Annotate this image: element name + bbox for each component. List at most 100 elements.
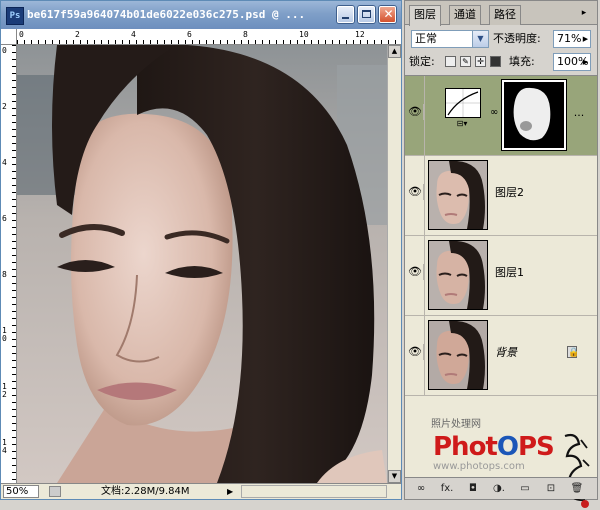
eye-icon: 👁	[407, 184, 424, 200]
eye-icon: 👁	[407, 264, 424, 280]
ruler-label: 8	[243, 30, 248, 39]
mask-shape	[504, 82, 564, 148]
layer-name[interactable]: 背景	[495, 346, 555, 360]
ruler-label: 10	[2, 326, 7, 343]
new-layer-icon[interactable]: ⊡	[543, 481, 559, 496]
horizontal-scrollbar[interactable]	[241, 485, 387, 498]
tab-channels[interactable]: 通道	[449, 5, 481, 25]
vertical-scrollbar[interactable]: ▲ ▼	[387, 45, 401, 483]
layer-name[interactable]: 图层2	[495, 186, 555, 200]
visibility-toggle[interactable]: 👁	[405, 76, 425, 155]
ruler-label: 0	[2, 46, 7, 55]
fx-icon[interactable]: fx.	[439, 481, 455, 496]
ruler-label: 10	[299, 30, 309, 39]
visibility-toggle[interactable]: 👁	[405, 316, 425, 395]
curves-graph	[446, 89, 480, 117]
blend-mode-value: 正常	[415, 32, 437, 45]
layers-palette: 图层 通道 路径 ▸ 正常 ▼ 不透明度: 71% ▶ 锁定: ✎ ✛ 填充: …	[404, 0, 598, 508]
watermark-logo: PhotOPS	[433, 430, 563, 464]
watermark-url: www.photops.com	[433, 461, 525, 472]
chevron-right-icon: ▶	[582, 35, 589, 43]
chain-link-icon[interactable]: ∞	[490, 106, 498, 120]
status-bar: 50% 文档:2.28M/9.84M ▶	[1, 483, 401, 499]
layer-thumbnail	[428, 320, 488, 390]
ruler-label: 14	[2, 438, 7, 455]
opacity-value: 71%	[557, 32, 582, 45]
layer-row-curves[interactable]: 👁 ⊟▾ ∞ ...	[405, 76, 597, 156]
scroll-down-arrow[interactable]: ▼	[388, 470, 401, 483]
close-icon: ✕	[383, 7, 394, 21]
document-size-info: 文档:2.28M/9.84M	[101, 486, 190, 497]
lock-all-icon[interactable]	[490, 56, 501, 67]
lock-label: 锁定:	[409, 55, 435, 68]
mask-icon[interactable]: ◘	[465, 481, 481, 496]
fill-field[interactable]: 100% ▶	[553, 53, 591, 71]
tab-paths[interactable]: 路径	[489, 5, 521, 25]
image-canvas[interactable]	[17, 45, 387, 483]
link-icon[interactable]: ∞	[413, 481, 429, 496]
lock-image-icon[interactable]: ✎	[460, 56, 471, 67]
photoshop-icon: Ps	[6, 7, 24, 25]
vertical-ruler[interactable]: 0 2 4 6 8 10 12 14	[1, 45, 17, 483]
logo-text: Phot	[433, 432, 498, 462]
thumbnail-portrait	[429, 241, 487, 309]
ruler-label: 12	[355, 30, 365, 39]
thumbnail-portrait	[429, 321, 487, 389]
opacity-field[interactable]: 71% ▶	[553, 30, 591, 48]
layer-mask-thumbnail[interactable]	[502, 80, 566, 150]
lock-position-icon[interactable]: ✛	[475, 56, 486, 67]
eye-icon: 👁	[407, 104, 424, 120]
ruler-label: 0	[19, 30, 24, 39]
minimize-button[interactable]	[337, 6, 354, 23]
zoom-field[interactable]: 50%	[3, 485, 39, 498]
palette-menu-button[interactable]: ▸	[577, 7, 591, 19]
chevron-down-icon: ▼	[472, 31, 488, 47]
ruler-label: 6	[2, 214, 7, 223]
fill-label: 填充:	[509, 55, 535, 68]
lock-icon: 🔒	[567, 346, 580, 358]
status-menu-arrow[interactable]: ▶	[227, 486, 237, 497]
visibility-toggle[interactable]: 👁	[405, 236, 425, 315]
horizontal-ruler[interactable]: 0 2 4 6 8 10 12	[17, 29, 401, 45]
logo-text: O	[496, 432, 519, 462]
layer-thumbnail	[428, 160, 488, 230]
eye-icon: 👁	[407, 344, 424, 360]
layer-row-layer2[interactable]: 👁 图层2	[405, 156, 597, 236]
close-button[interactable]: ✕	[379, 6, 396, 23]
layer-thumbnail	[428, 240, 488, 310]
layer-row-layer1[interactable]: 👁 图层1	[405, 236, 597, 316]
adjustment-dropdown[interactable]: ⊟▾	[451, 118, 473, 130]
document-titlebar[interactable]: Ps be617f59a964074b01de6022e036c275.psd …	[1, 1, 401, 30]
layer-name[interactable]: 图层1	[495, 266, 555, 280]
ruler-origin[interactable]	[1, 29, 17, 45]
palette-tabs: 图层 通道 路径 ▸	[405, 1, 597, 26]
logo-text: PS	[517, 432, 555, 462]
layers-bottom-toolbar: ∞ fx. ◘ ◑. ▭ ⊡ 🗑	[405, 477, 597, 499]
layer-more-icon: ...	[573, 106, 585, 119]
adjustment-icon[interactable]: ◑.	[491, 481, 507, 496]
visibility-toggle[interactable]: 👁	[405, 156, 425, 235]
ruler-label: 4	[2, 158, 7, 167]
thumbnail-portrait	[429, 161, 487, 229]
trash-icon[interactable]: 🗑	[569, 481, 585, 496]
ruler-label: 2	[2, 102, 7, 111]
portrait-photo	[17, 45, 387, 483]
document-title: be617f59a964074b01de6022e036c275.psd @ .…	[27, 8, 306, 21]
layer-list: 👁 ⊟▾ ∞ ... 👁 图层2 👁 图层1 👁 背景 🔒 照片处理网 Phot…	[405, 75, 597, 508]
maximize-icon	[362, 10, 371, 18]
blend-mode-select[interactable]: 正常 ▼	[411, 30, 489, 48]
chevron-right-icon: ▶	[582, 58, 589, 66]
ruler-label: 12	[2, 382, 7, 399]
layer-row-background[interactable]: 👁 背景 🔒	[405, 316, 597, 396]
ruler-label: 8	[2, 270, 7, 279]
tab-layers[interactable]: 图层	[409, 5, 441, 26]
document-info-icon[interactable]	[49, 486, 61, 497]
maximize-button[interactable]	[358, 6, 375, 23]
ruler-label: 4	[131, 30, 136, 39]
ruler-label: 6	[187, 30, 192, 39]
scroll-up-arrow[interactable]: ▲	[388, 45, 401, 58]
curves-adjustment-icon	[445, 88, 481, 118]
folder-icon[interactable]: ▭	[517, 481, 533, 496]
ruler-label: 2	[75, 30, 80, 39]
lock-transparency-icon[interactable]	[445, 56, 456, 67]
